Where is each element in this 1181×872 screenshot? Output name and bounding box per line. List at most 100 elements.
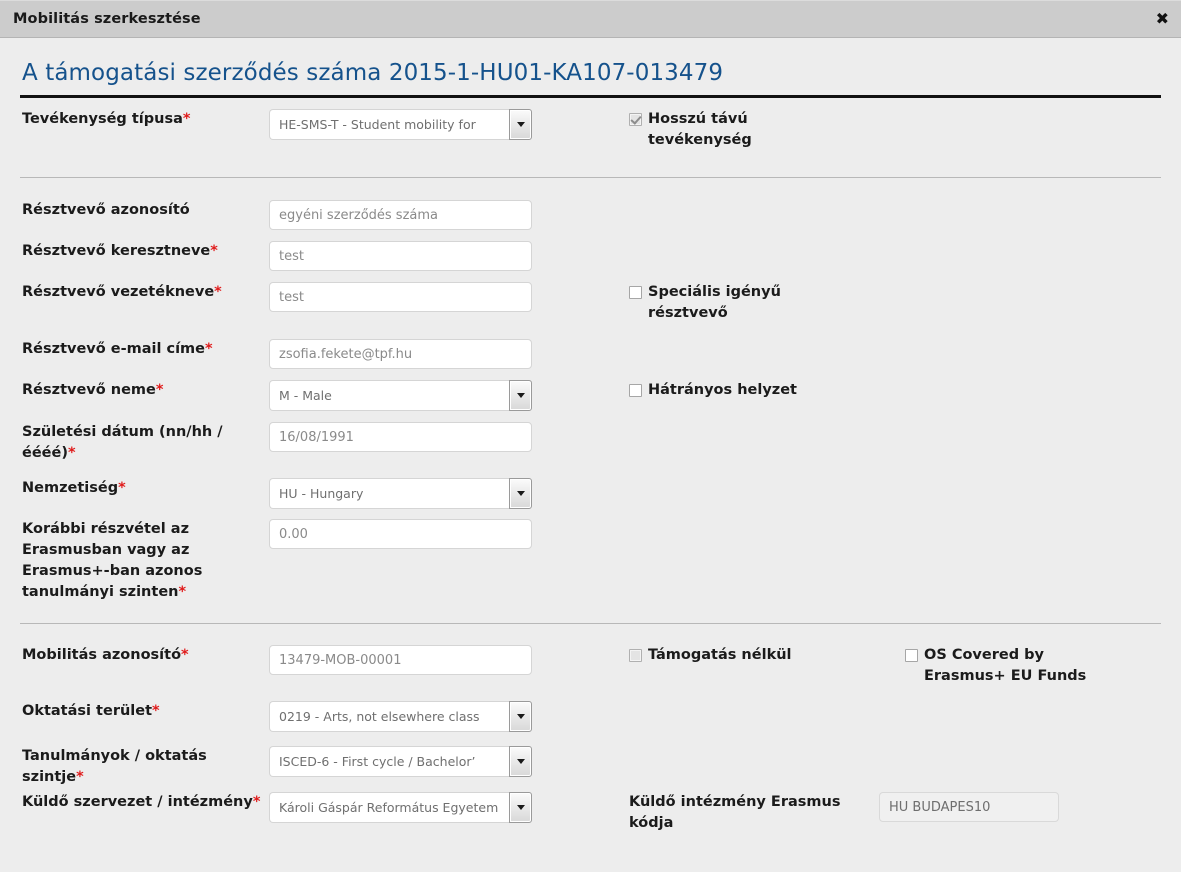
field-study-level: ISCED-6 - First cycle / Bachelor’	[269, 746, 629, 777]
label-participant-id: Résztvevő azonosító	[22, 202, 190, 218]
chevron-down-icon[interactable]	[509, 792, 532, 823]
label-last-name: Résztvevő vezetékneve*	[0, 282, 269, 303]
disadvantaged-checkbox[interactable]: Hátrányos helyzet	[629, 380, 905, 401]
field-mobility-id	[269, 645, 629, 675]
field-gender: M - Male	[269, 380, 629, 411]
gender-select-value: M - Male	[269, 380, 509, 411]
no-grant-checkbox[interactable]: Támogatás nélkül	[629, 645, 905, 666]
label-gender: Résztvevő neme*	[0, 380, 269, 401]
email-field[interactable]	[269, 339, 532, 369]
label-nationality-text: Nemzetiség	[22, 480, 119, 496]
label-email-text: Résztvevő e-mail címe	[22, 341, 205, 357]
checkbox-box[interactable]	[629, 649, 642, 662]
field-os-covered: OS Covered by Erasmus+ EU Funds	[905, 645, 1099, 687]
chevron-down-icon[interactable]	[509, 380, 532, 411]
label-birth-date-text: Születési dátum (nn/hh /éééé)	[22, 424, 223, 461]
dialog-body: A támogatási szerződés száma 2015-1-HU01…	[0, 38, 1181, 852]
row-field-of-education: Oktatási terület* 0219 - Arts, not elsew…	[0, 701, 1181, 746]
activity-type-select[interactable]: HE-SMS-T - Student mobility for	[269, 109, 532, 140]
dialog-titlebar: Mobilitás szerkesztése ✖	[0, 0, 1181, 38]
long-term-checkbox[interactable]: Hosszú távú tevékenység	[629, 109, 905, 151]
required-marker: *	[181, 647, 189, 663]
label-mobility-id: Mobilitás azonosító*	[0, 645, 269, 666]
field-special-needs: Speciális igényű résztvevő	[629, 282, 905, 324]
required-marker: *	[155, 382, 164, 398]
checkbox-box[interactable]	[629, 113, 642, 126]
label-first-name: Résztvevő keresztneve*	[0, 241, 269, 262]
sending-erasmus-code-input[interactable]	[879, 792, 1059, 822]
disadvantaged-checkbox-label: Hátrányos helyzet	[648, 382, 797, 398]
sending-org-select[interactable]: Károli Gáspár Református Egyetem	[269, 792, 532, 823]
last-name-input[interactable]	[269, 282, 532, 312]
label-last-name-text: Résztvevő vezetékneve	[22, 284, 215, 300]
field-sending-erasmus-code	[879, 792, 1059, 822]
label-gender-text: Résztvevő neme	[22, 382, 156, 398]
required-marker: *	[214, 284, 222, 300]
checkbox-box[interactable]	[905, 649, 918, 662]
special-needs-checkbox-label: Speciális igényű résztvevő	[648, 284, 781, 321]
row-participant-id: Résztvevő azonosító	[0, 178, 1181, 230]
field-of-education-select[interactable]: 0219 - Arts, not elsewhere class	[269, 701, 532, 732]
field-nationality: HU - Hungary	[269, 478, 629, 509]
chevron-down-icon[interactable]	[509, 478, 532, 509]
label-previous-participation-text: Korábbi részvétel az Erasmusban vagy az …	[22, 521, 203, 600]
chevron-down-icon[interactable]	[509, 701, 532, 732]
row-first-name: Résztvevő keresztneve*	[0, 219, 1181, 271]
field-no-grant: Támogatás nélkül	[629, 645, 905, 666]
label-study-level: Tanulmányok / oktatás szintje*	[0, 746, 269, 788]
required-marker: *	[205, 341, 213, 357]
label-activity-type-text: Tevékenység típusa	[22, 111, 183, 127]
required-marker: *	[67, 445, 76, 461]
required-marker: *	[178, 584, 187, 600]
row-birth-date: Születési dátum (nn/hh /éééé)*	[0, 422, 1181, 478]
field-last-name	[269, 282, 629, 312]
label-study-level-text: Tanulmányok / oktatás szintje	[22, 748, 207, 785]
label-sending-org-text: Küldő szervezet / intézmény	[22, 794, 253, 810]
required-marker: *	[210, 243, 218, 259]
birth-date-input[interactable]	[269, 422, 532, 452]
dialog-title: Mobilitás szerkesztése	[13, 11, 201, 27]
special-needs-checkbox[interactable]: Speciális igényű résztvevő	[629, 282, 905, 324]
section-mobility: Mobilitás azonosító* Támogatás nélkül OS…	[0, 624, 1181, 852]
required-marker: *	[182, 111, 191, 127]
mobility-id-input[interactable]	[269, 645, 532, 675]
required-marker: *	[118, 480, 126, 496]
chevron-down-icon[interactable]	[509, 746, 532, 777]
label-activity-type: Tevékenység típusa*	[0, 109, 269, 130]
row-last-name: Résztvevő vezetékneve* Speciális igényű …	[0, 260, 1181, 339]
field-long-term: Hosszú távú tevékenység	[629, 109, 905, 151]
row-previous-participation: Korábbi részvétel az Erasmusban vagy az …	[0, 519, 1181, 623]
page-title: A támogatási szerződés száma 2015-1-HU01…	[22, 60, 724, 86]
no-grant-checkbox-label: Támogatás nélkül	[648, 647, 792, 663]
section-activity: Tevékenység típusa* HE-SMS-T - Student m…	[0, 98, 1181, 177]
long-term-checkbox-label: Hosszú távú tevékenység	[648, 111, 752, 148]
row-gender: Résztvevő neme* M - Male Hátrányos helyz…	[0, 380, 1181, 422]
gender-select[interactable]: M - Male	[269, 380, 532, 411]
chevron-down-icon[interactable]	[509, 109, 532, 140]
close-icon[interactable]: ✖	[1156, 11, 1169, 27]
row-mobility-id: Mobilitás azonosító* Támogatás nélkül OS…	[0, 624, 1181, 701]
label-mobility-id-text: Mobilitás azonosító	[22, 647, 182, 663]
label-sending-erasmus-code: Küldő intézmény Erasmus kódja	[629, 794, 841, 831]
study-level-select-value: ISCED-6 - First cycle / Bachelor’	[269, 746, 509, 777]
row-email: Résztvevő e-mail címe*	[0, 339, 1181, 380]
checkbox-box[interactable]	[629, 286, 642, 299]
field-birth-date	[269, 422, 629, 452]
label-previous-participation: Korábbi részvétel az Erasmusban vagy az …	[0, 519, 269, 603]
previous-participation-input[interactable]	[269, 519, 532, 549]
field-activity-type: HE-SMS-T - Student mobility for	[269, 109, 629, 140]
study-level-select[interactable]: ISCED-6 - First cycle / Bachelor’	[269, 746, 532, 777]
label-sending-org: Küldő szervezet / intézmény*	[0, 792, 269, 813]
label-nationality: Nemzetiség*	[0, 478, 269, 499]
field-sending-org: Károli Gáspár Református Egyetem	[269, 792, 629, 823]
os-covered-checkbox[interactable]: OS Covered by Erasmus+ EU Funds	[905, 645, 1099, 687]
label-sending-erasmus-code-wrap: Küldő intézmény Erasmus kódja	[629, 792, 879, 834]
sending-org-select-value: Károli Gáspár Református Egyetem	[269, 792, 509, 823]
required-marker: *	[152, 703, 160, 719]
required-marker: *	[252, 794, 261, 810]
checkbox-box[interactable]	[629, 384, 642, 397]
label-email: Résztvevő e-mail címe*	[0, 339, 269, 360]
nationality-select[interactable]: HU - Hungary	[269, 478, 532, 509]
field-field-of-education: 0219 - Arts, not elsewhere class	[269, 701, 629, 732]
field-disadvantaged: Hátrányos helyzet	[629, 380, 905, 401]
